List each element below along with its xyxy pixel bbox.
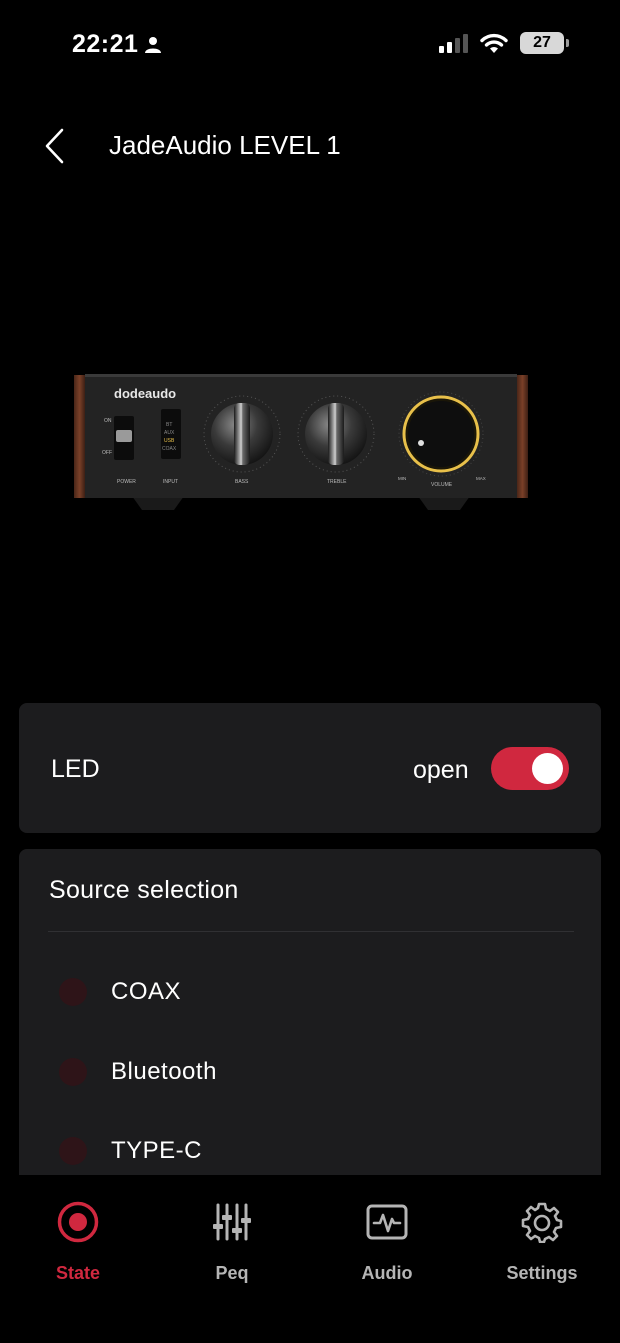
led-card: LED open [19,703,601,833]
tab-settings[interactable]: Settings [482,1199,602,1289]
source-option-coax[interactable]: COAX [59,967,559,1017]
source-option-type-c[interactable]: TYPE-C [59,1126,559,1176]
status-time-text: 22:21 [72,30,139,58]
svg-text:INPUT: INPUT [163,479,178,485]
source-option-label: COAX [111,978,182,1005]
radio-button[interactable] [59,1137,87,1165]
chevron-left-icon [45,128,64,164]
radio-button[interactable] [59,1058,87,1086]
led-label: LED [51,755,100,783]
sliders-icon [209,1199,255,1245]
device-brand: dodeaudo [114,386,176,401]
source-selection-card: Source selection COAX Bluetooth TYPE-C [19,849,601,1189]
tab-label: Settings [506,1263,578,1283]
divider [48,931,574,932]
wifi-icon [480,33,508,53]
svg-text:TREBLE: TREBLE [327,479,347,485]
svg-text:VOLUME: VOLUME [431,482,453,488]
led-status: open [413,756,469,784]
tab-audio[interactable]: Audio [327,1199,447,1289]
source-option-bluetooth[interactable]: Bluetooth [59,1047,559,1097]
svg-text:BT: BT [166,422,172,428]
battery-icon: 27 [520,32,569,54]
svg-text:MIN: MIN [398,476,406,481]
source-option-label: Bluetooth [111,1058,217,1085]
svg-text:COAX: COAX [162,446,177,452]
back-button[interactable] [34,124,74,168]
tab-label: Peq [215,1263,249,1283]
svg-text:AUX: AUX [164,430,175,436]
svg-text:POWER: POWER [117,479,136,485]
waveform-icon [364,1199,410,1245]
tab-peq[interactable]: Peq [172,1199,292,1289]
toggle-knob [532,753,563,784]
gear-icon [519,1199,565,1245]
status-indicators: 27 [439,32,569,54]
tab-label: Audio [361,1263,413,1283]
amplifier-illustration: dodeaudo ON OFF POWER BT AUX USB COAX IN… [74,374,528,510]
person-icon [145,36,162,53]
svg-text:MAX: MAX [476,476,486,481]
page-title: JadeAudio LEVEL 1 [109,130,341,160]
svg-text:USB: USB [164,438,175,444]
source-option-label: TYPE-C [111,1137,203,1164]
status-time: 22:21 [72,30,162,59]
status-bar: 22:21 27 [0,0,620,92]
source-selection-title: Source selection [49,876,239,904]
led-toggle[interactable] [491,747,569,790]
header: JadeAudio LEVEL 1 [0,118,620,174]
cellular-signal-icon [439,33,468,53]
tab-bar: State Peq Audio Settings [0,1175,620,1343]
record-icon [55,1199,101,1245]
device-image: dodeaudo ON OFF POWER BT AUX USB COAX IN… [74,372,528,512]
radio-button[interactable] [59,978,87,1006]
svg-text:BASS: BASS [235,479,249,485]
svg-text:ON: ON [104,418,112,424]
tab-state[interactable]: State [18,1199,138,1289]
svg-text:OFF: OFF [102,450,112,456]
battery-level: 27 [533,34,551,51]
tab-label: State [55,1263,100,1283]
